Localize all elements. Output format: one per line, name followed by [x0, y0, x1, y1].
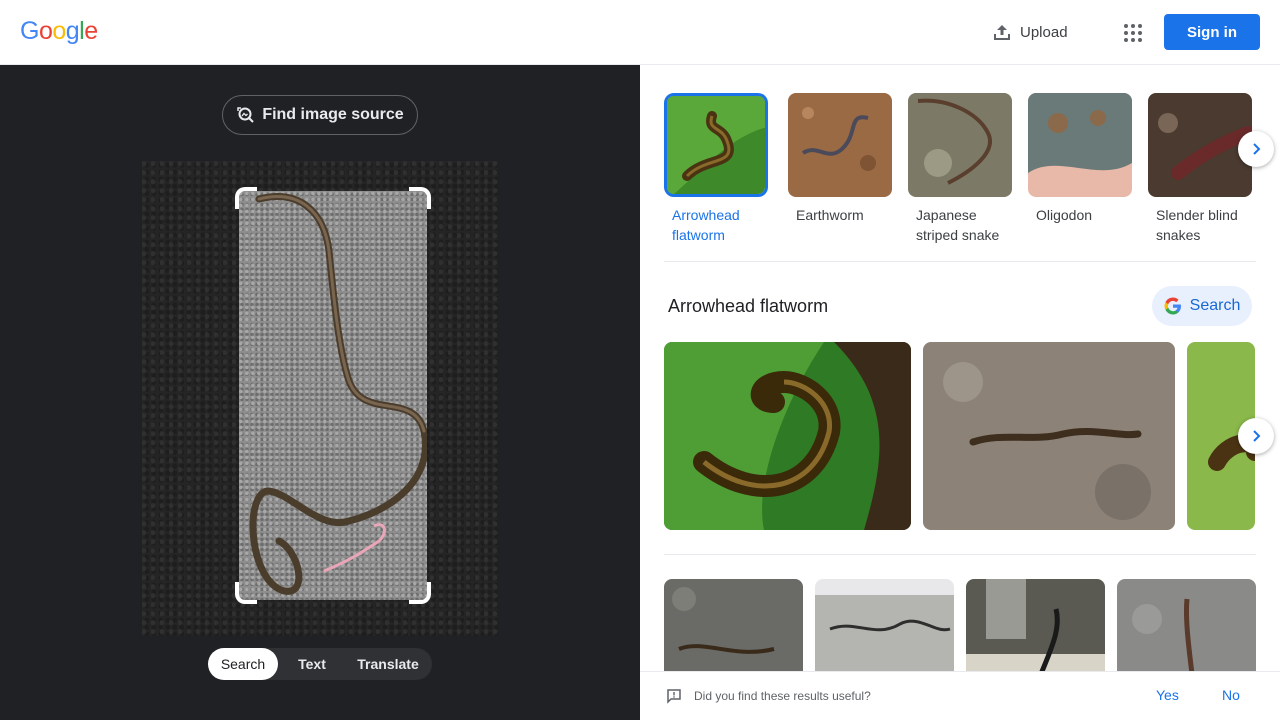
result-image[interactable]: [664, 342, 911, 530]
entity-chip[interactable]: Japanese striped snake: [908, 93, 1012, 245]
upload-icon: [992, 22, 1012, 42]
upload-label: Upload: [1020, 23, 1068, 41]
crop-handle-bottom-left[interactable]: [235, 582, 257, 604]
crop-region[interactable]: [239, 191, 427, 600]
entity-thumbnail: [908, 93, 1012, 197]
mode-switcher: Search Text Translate: [208, 648, 432, 680]
logo-letter: g: [65, 17, 80, 45]
google-g-icon: [1164, 297, 1182, 315]
mode-text[interactable]: Text: [278, 648, 346, 680]
entity-label: Earthworm: [796, 207, 864, 223]
sign-in-button[interactable]: Sign in: [1164, 14, 1260, 50]
search-button-label: Search: [1189, 297, 1241, 314]
crop-handle-top-left[interactable]: [235, 187, 257, 209]
logo-letter: o: [38, 17, 53, 45]
uploaded-image: [142, 161, 498, 636]
entity-carousel: Arrowhead flatworm Earthworm Japanese st…: [664, 93, 1256, 263]
top-bar: Google Upload Sign in: [0, 0, 1280, 65]
entity-chip[interactable]: Arrowhead flatworm: [664, 93, 768, 245]
result-image[interactable]: [923, 342, 1175, 530]
entity-thumbnail: [788, 93, 892, 197]
logo-letter: o: [52, 17, 66, 45]
feedback-no-button[interactable]: No: [1222, 687, 1240, 703]
carousel-next-button[interactable]: [1238, 131, 1274, 167]
google-search-button[interactable]: Search: [1152, 286, 1252, 326]
chevron-right-icon: [1248, 428, 1264, 444]
entity-thumbnail: [1028, 93, 1132, 197]
entity-label: Oligodon: [1036, 207, 1093, 223]
result-image[interactable]: [664, 579, 803, 679]
entity-label: Slender blind snakes: [1156, 207, 1238, 243]
section-divider: [664, 261, 1256, 262]
find-image-source-button[interactable]: Find image source: [222, 95, 418, 135]
section-title: Arrowhead flatworm: [668, 296, 829, 316]
entity-thumbnail: [664, 93, 768, 197]
result-image[interactable]: [815, 579, 954, 679]
feedback-bar: Did you find these results useful? Yes N…: [640, 671, 1280, 720]
entity-chip[interactable]: Oligodon: [1028, 93, 1132, 225]
entity-label: Japanese striped snake: [916, 207, 1000, 243]
logo-letter: G: [20, 17, 39, 45]
feedback-question: Did you find these results useful?: [694, 689, 871, 703]
mode-search[interactable]: Search: [208, 648, 278, 680]
crop-handle-top-right[interactable]: [409, 187, 431, 209]
apps-grid-icon[interactable]: [1120, 20, 1144, 44]
feedback-yes-button[interactable]: Yes: [1156, 687, 1179, 703]
feedback-icon: [666, 688, 682, 704]
crop-handle-bottom-right[interactable]: [409, 582, 431, 604]
chevron-right-icon: [1248, 141, 1264, 157]
entity-chip[interactable]: Earthworm: [788, 93, 892, 225]
gallery-next-button[interactable]: [1238, 418, 1274, 454]
result-image[interactable]: [966, 579, 1105, 679]
result-image[interactable]: [1117, 579, 1256, 679]
google-logo[interactable]: Google: [20, 17, 98, 46]
upload-button[interactable]: Upload: [992, 20, 1068, 44]
results-pane: Arrowhead flatworm Earthworm Japanese st…: [640, 65, 1280, 720]
worm-image: [249, 193, 427, 595]
entity-thumbnail: [1148, 93, 1252, 197]
mode-translate[interactable]: Translate: [346, 648, 430, 680]
find-image-source-label: Find image source: [262, 106, 404, 123]
image-search-icon: [236, 105, 256, 125]
entity-chip[interactable]: Slender blind snakes: [1148, 93, 1252, 245]
section-divider: [664, 554, 1256, 555]
logo-letter: e: [84, 17, 98, 45]
image-preview-pane: Find image source Search Text Translate: [0, 65, 640, 720]
entity-label: Arrowhead flatworm: [672, 207, 740, 243]
